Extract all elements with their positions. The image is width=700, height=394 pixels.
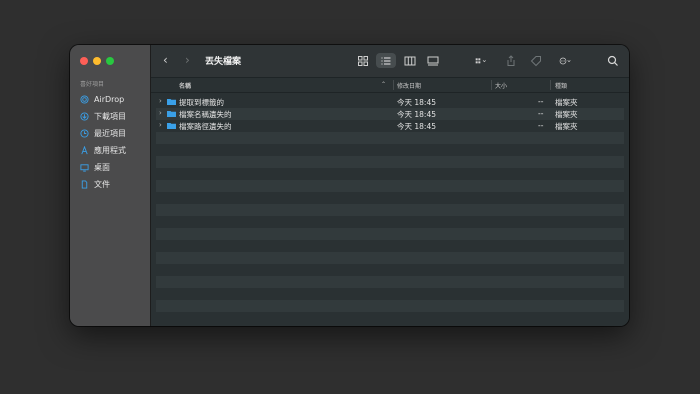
traffic-lights (80, 57, 114, 65)
sidebar-item-label: 文件 (94, 180, 110, 189)
sidebar-item-recents[interactable]: 最近項目 (80, 125, 126, 142)
file-kind: 檔案夾 (555, 98, 578, 107)
sidebar-item-label: AirDrop (94, 95, 125, 104)
file-row[interactable]: › 檔案路徑遺失的 今天 18:45 -- 檔案夾 (156, 120, 624, 132)
file-size: -- (538, 97, 544, 106)
empty-row (156, 276, 624, 288)
more-icon (559, 57, 571, 64)
file-list: › 提取到標籤的 今天 18:45 -- 檔案夾 › 檔案名稱遺失的 今天 18… (156, 96, 624, 312)
sidebar: 喜好項目 AirDrop 下載項目 最近項目 應用程式 桌面 文件 (70, 45, 151, 326)
zoom-button[interactable] (106, 57, 114, 65)
empty-row (156, 252, 624, 264)
column-view-icon (404, 56, 416, 65)
empty-row (156, 300, 624, 312)
share-button[interactable] (502, 53, 520, 68)
sidebar-item-airdrop[interactable]: AirDrop (80, 91, 126, 108)
sidebar-item-label: 桌面 (94, 163, 110, 172)
empty-row (156, 156, 624, 168)
sidebar-item-label: 應用程式 (94, 146, 126, 155)
empty-row (156, 132, 624, 144)
column-kind[interactable]: 種類 (555, 81, 567, 90)
disclosure-triangle-icon[interactable]: › (159, 97, 162, 105)
icon-view-icon (358, 55, 368, 66)
column-name[interactable]: 名稱 (179, 81, 191, 90)
download-icon (80, 112, 89, 121)
forward-button[interactable]: › (185, 54, 190, 66)
file-row[interactable]: › 提取到標籤的 今天 18:45 -- 檔案夾 (156, 96, 624, 108)
sidebar-list: AirDrop 下載項目 最近項目 應用程式 桌面 文件 (80, 91, 126, 193)
list-view-icon (381, 57, 391, 64)
desktop-icon (80, 164, 89, 172)
group-icon (475, 57, 486, 63)
sidebar-item-label: 最近項目 (94, 129, 126, 138)
folder-icon (167, 99, 176, 105)
sidebar-item-applications[interactable]: 應用程式 (80, 142, 126, 159)
file-date: 今天 18:45 (397, 110, 436, 119)
file-name: 檔案路徑遺失的 (179, 122, 232, 131)
list-view-button[interactable] (376, 53, 396, 68)
more-button[interactable] (553, 53, 577, 68)
toolbar: ‹ › 丟失檔案 (151, 45, 629, 78)
tag-button[interactable] (527, 53, 545, 68)
airdrop-icon (80, 95, 89, 104)
file-row[interactable]: › 檔案名稱遺失的 今天 18:45 -- 檔案夾 (156, 108, 624, 120)
column-size[interactable]: 大小 (495, 81, 507, 90)
folder-icon (167, 123, 176, 129)
icon-view-button[interactable] (354, 53, 372, 68)
disclosure-triangle-icon[interactable]: › (159, 121, 162, 129)
column-date[interactable]: 修改日期 (397, 81, 421, 90)
empty-row (156, 180, 624, 192)
empty-row (156, 216, 624, 228)
search-icon (607, 55, 618, 66)
finder-window: 喜好項目 AirDrop 下載項目 最近項目 應用程式 桌面 文件 ‹ › 丟失… (70, 45, 629, 326)
empty-row (156, 204, 624, 216)
empty-row (156, 144, 624, 156)
empty-row (156, 288, 624, 300)
file-date: 今天 18:45 (397, 122, 436, 131)
window-title: 丟失檔案 (205, 57, 242, 67)
sidebar-item-documents[interactable]: 文件 (80, 176, 126, 193)
empty-row (156, 192, 624, 204)
file-size: -- (538, 121, 544, 130)
file-kind: 檔案夾 (555, 110, 578, 119)
gallery-view-icon (427, 56, 439, 65)
gallery-view-button[interactable] (424, 53, 442, 68)
empty-row (156, 264, 624, 276)
sort-chevron-up-icon: ⌃ (381, 81, 387, 88)
empty-row (156, 240, 624, 252)
file-name: 提取到標籤的 (179, 98, 224, 107)
share-icon (507, 54, 515, 66)
tag-icon (530, 55, 541, 66)
sidebar-item-label: 下載項目 (94, 112, 126, 121)
disclosure-triangle-icon[interactable]: › (159, 109, 162, 117)
empty-row (156, 168, 624, 180)
clock-icon (80, 129, 89, 138)
document-icon (81, 180, 88, 189)
column-view-button[interactable] (401, 53, 419, 68)
group-button[interactable] (469, 53, 493, 68)
minimize-button[interactable] (93, 57, 101, 65)
file-date: 今天 18:45 (397, 98, 436, 107)
sidebar-section-title: 喜好項目 (80, 81, 105, 88)
sidebar-item-desktop[interactable]: 桌面 (80, 159, 126, 176)
close-button[interactable] (80, 57, 88, 65)
file-kind: 檔案夾 (555, 122, 578, 131)
file-size: -- (538, 109, 544, 118)
empty-row (156, 228, 624, 240)
folder-icon (167, 111, 176, 117)
file-name: 檔案名稱遺失的 (179, 110, 232, 119)
sidebar-item-downloads[interactable]: 下載項目 (80, 108, 126, 125)
main-pane: ‹ › 丟失檔案 名稱 ⌃ 修改日期 大小 種類 › 提取到標籤的 今天 18:… (151, 45, 629, 326)
column-header: 名稱 ⌃ 修改日期 大小 種類 (151, 78, 629, 93)
back-button[interactable]: ‹ (163, 54, 168, 66)
applications-icon (81, 146, 88, 155)
search-button[interactable] (604, 53, 622, 68)
